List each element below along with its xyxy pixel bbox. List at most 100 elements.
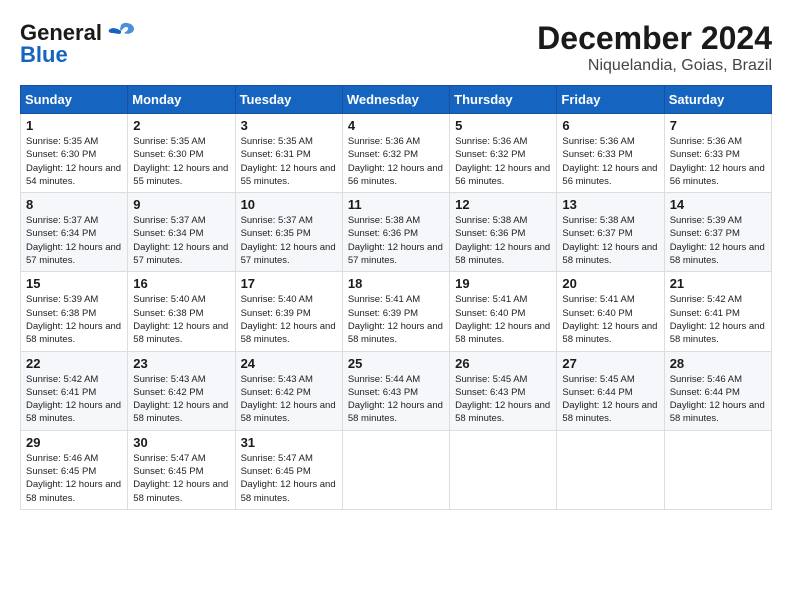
calendar-week-row: 22 Sunrise: 5:42 AMSunset: 6:41 PMDayligh… <box>21 351 772 430</box>
day-number: 18 <box>348 276 444 291</box>
day-number: 23 <box>133 356 229 371</box>
calendar-cell: 12Sunrise: 5:38 AMSunset: 6:36 PMDayligh… <box>450 193 557 272</box>
day-info: Sunrise: 5:37 AMSunset: 6:34 PMDaylight:… <box>133 214 229 267</box>
logo-blue-text: Blue <box>20 42 68 68</box>
calendar-cell: 15 Sunrise: 5:39 AMSunset: 6:38 PMDayligh… <box>21 272 128 351</box>
calendar-cell: 4Sunrise: 5:36 AMSunset: 6:32 PMDaylight… <box>342 114 449 193</box>
day-info: Sunrise: 5:46 AMSunset: 6:44 PMDaylight:… <box>670 373 766 426</box>
day-number: 25 <box>348 356 444 371</box>
col-header-friday: Friday <box>557 86 664 114</box>
calendar-cell: 3 Sunrise: 5:35 AMSunset: 6:31 PMDaylight… <box>235 114 342 193</box>
col-header-thursday: Thursday <box>450 86 557 114</box>
day-number: 7 <box>670 118 766 133</box>
day-info: Sunrise: 5:39 AMSunset: 6:38 PMDaylight:… <box>26 293 122 346</box>
calendar-cell: 5 Sunrise: 5:36 AMSunset: 6:32 PMDaylight… <box>450 114 557 193</box>
day-info: Sunrise: 5:35 AMSunset: 6:30 PMDaylight:… <box>26 135 122 188</box>
day-info: Sunrise: 5:35 AMSunset: 6:31 PMDaylight:… <box>241 135 337 188</box>
day-number: 13 <box>562 197 658 212</box>
day-info: Sunrise: 5:45 AMSunset: 6:44 PMDaylight:… <box>562 373 658 426</box>
logo-bird-icon <box>106 21 136 45</box>
day-info: Sunrise: 5:44 AMSunset: 6:43 PMDaylight:… <box>348 373 444 426</box>
day-number: 24 <box>241 356 337 371</box>
day-number: 31 <box>241 435 337 450</box>
calendar-cell: 22 Sunrise: 5:42 AMSunset: 6:41 PMDayligh… <box>21 351 128 430</box>
day-number: 27 <box>562 356 658 371</box>
calendar-cell: 31 Sunrise: 5:47 AMSunset: 6:45 PMDayligh… <box>235 430 342 509</box>
day-info: Sunrise: 5:36 AMSunset: 6:32 PMDaylight:… <box>455 135 551 188</box>
page-title: December 2024 <box>537 20 772 57</box>
day-info: Sunrise: 5:47 AMSunset: 6:45 PMDaylight:… <box>241 452 337 505</box>
calendar-cell: 16 Sunrise: 5:40 AMSunset: 6:38 PMDayligh… <box>128 272 235 351</box>
calendar-week-row: 1 Sunrise: 5:35 AMSunset: 6:30 PMDaylight… <box>21 114 772 193</box>
day-number: 9 <box>133 197 229 212</box>
calendar-cell: 27 Sunrise: 5:45 AMSunset: 6:44 PMDayligh… <box>557 351 664 430</box>
day-info: Sunrise: 5:42 AMSunset: 6:41 PMDaylight:… <box>670 293 766 346</box>
calendar-cell: 10 Sunrise: 5:37 AMSunset: 6:35 PMDayligh… <box>235 193 342 272</box>
calendar-cell: 8Sunrise: 5:37 AMSunset: 6:34 PMDaylight… <box>21 193 128 272</box>
col-header-wednesday: Wednesday <box>342 86 449 114</box>
calendar-cell: 14 Sunrise: 5:39 AMSunset: 6:37 PMDayligh… <box>664 193 771 272</box>
day-info: Sunrise: 5:39 AMSunset: 6:37 PMDaylight:… <box>670 214 766 267</box>
calendar-cell: 11 Sunrise: 5:38 AMSunset: 6:36 PMDayligh… <box>342 193 449 272</box>
calendar-cell <box>664 430 771 509</box>
calendar-cell: 29 Sunrise: 5:46 AMSunset: 6:45 PMDayligh… <box>21 430 128 509</box>
calendar-cell <box>450 430 557 509</box>
day-info: Sunrise: 5:40 AMSunset: 6:38 PMDaylight:… <box>133 293 229 346</box>
calendar-week-row: 8 Sunrise: 5:37 AMSunset: 6:34 PMDaylight… <box>21 193 772 272</box>
logo: General Blue <box>20 20 136 68</box>
day-number: 14 <box>670 197 766 212</box>
day-info: Sunrise: 5:41 AMSunset: 6:39 PMDaylight:… <box>348 293 444 346</box>
day-number: 1 <box>26 118 122 133</box>
calendar-week-row: 29 Sunrise: 5:46 AMSunset: 6:45 PMDayligh… <box>21 430 772 509</box>
day-info: Sunrise: 5:37 AMSunset: 6:35 PMDaylight:… <box>241 214 337 267</box>
day-info: Sunrise: 5:36 AMSunset: 6:33 PMDaylight:… <box>562 135 658 188</box>
day-info: Sunrise: 5:36 AMSunset: 6:33 PMDaylight:… <box>670 135 766 188</box>
calendar-cell <box>557 430 664 509</box>
calendar-cell: 21 Sunrise: 5:42 AMSunset: 6:41 PMDayligh… <box>664 272 771 351</box>
day-number: 11 <box>348 197 444 212</box>
day-number: 8 <box>26 197 122 212</box>
day-info: Sunrise: 5:38 AMSunset: 6:36 PMDaylight:… <box>455 214 551 267</box>
day-info: Sunrise: 5:35 AMSunset: 6:30 PMDaylight:… <box>133 135 229 188</box>
day-number: 10 <box>241 197 337 212</box>
calendar-table: SundayMondayTuesdayWednesdayThursdayFrid… <box>20 85 772 510</box>
day-number: 19 <box>455 276 551 291</box>
calendar-cell: 18 Sunrise: 5:41 AMSunset: 6:39 PMDayligh… <box>342 272 449 351</box>
calendar-cell: 9 Sunrise: 5:37 AMSunset: 6:34 PMDaylight… <box>128 193 235 272</box>
day-info: Sunrise: 5:42 AMSunset: 6:41 PMDaylight:… <box>26 373 122 426</box>
day-number: 15 <box>26 276 122 291</box>
day-number: 29 <box>26 435 122 450</box>
col-header-tuesday: Tuesday <box>235 86 342 114</box>
day-info: Sunrise: 5:43 AMSunset: 6:42 PMDaylight:… <box>133 373 229 426</box>
day-number: 16 <box>133 276 229 291</box>
day-info: Sunrise: 5:38 AMSunset: 6:37 PMDaylight:… <box>562 214 658 267</box>
calendar-cell: 2 Sunrise: 5:35 AMSunset: 6:30 PMDaylight… <box>128 114 235 193</box>
day-number: 21 <box>670 276 766 291</box>
col-header-monday: Monday <box>128 86 235 114</box>
calendar-cell: 25 Sunrise: 5:44 AMSunset: 6:43 PMDayligh… <box>342 351 449 430</box>
day-number: 22 <box>26 356 122 371</box>
calendar-header-row: SundayMondayTuesdayWednesdayThursdayFrid… <box>21 86 772 114</box>
calendar-cell: 19 Sunrise: 5:41 AMSunset: 6:40 PMDayligh… <box>450 272 557 351</box>
day-number: 5 <box>455 118 551 133</box>
calendar-cell <box>342 430 449 509</box>
day-info: Sunrise: 5:41 AMSunset: 6:40 PMDaylight:… <box>455 293 551 346</box>
day-info: Sunrise: 5:46 AMSunset: 6:45 PMDaylight:… <box>26 452 122 505</box>
page-header: General Blue December 2024 Niquelandia, … <box>20 20 772 75</box>
day-number: 26 <box>455 356 551 371</box>
calendar-cell: 6Sunrise: 5:36 AMSunset: 6:33 PMDaylight… <box>557 114 664 193</box>
title-block: December 2024 Niquelandia, Goias, Brazil <box>537 20 772 75</box>
calendar-cell: 13 Sunrise: 5:38 AMSunset: 6:37 PMDayligh… <box>557 193 664 272</box>
calendar-cell: 17Sunrise: 5:40 AMSunset: 6:39 PMDayligh… <box>235 272 342 351</box>
day-info: Sunrise: 5:38 AMSunset: 6:36 PMDaylight:… <box>348 214 444 267</box>
day-info: Sunrise: 5:45 AMSunset: 6:43 PMDaylight:… <box>455 373 551 426</box>
col-header-sunday: Sunday <box>21 86 128 114</box>
day-number: 4 <box>348 118 444 133</box>
day-number: 17 <box>241 276 337 291</box>
calendar-cell: 20Sunrise: 5:41 AMSunset: 6:40 PMDayligh… <box>557 272 664 351</box>
day-number: 28 <box>670 356 766 371</box>
day-number: 3 <box>241 118 337 133</box>
day-number: 2 <box>133 118 229 133</box>
day-info: Sunrise: 5:41 AMSunset: 6:40 PMDaylight:… <box>562 293 658 346</box>
calendar-cell: 24Sunrise: 5:43 AMSunset: 6:42 PMDayligh… <box>235 351 342 430</box>
